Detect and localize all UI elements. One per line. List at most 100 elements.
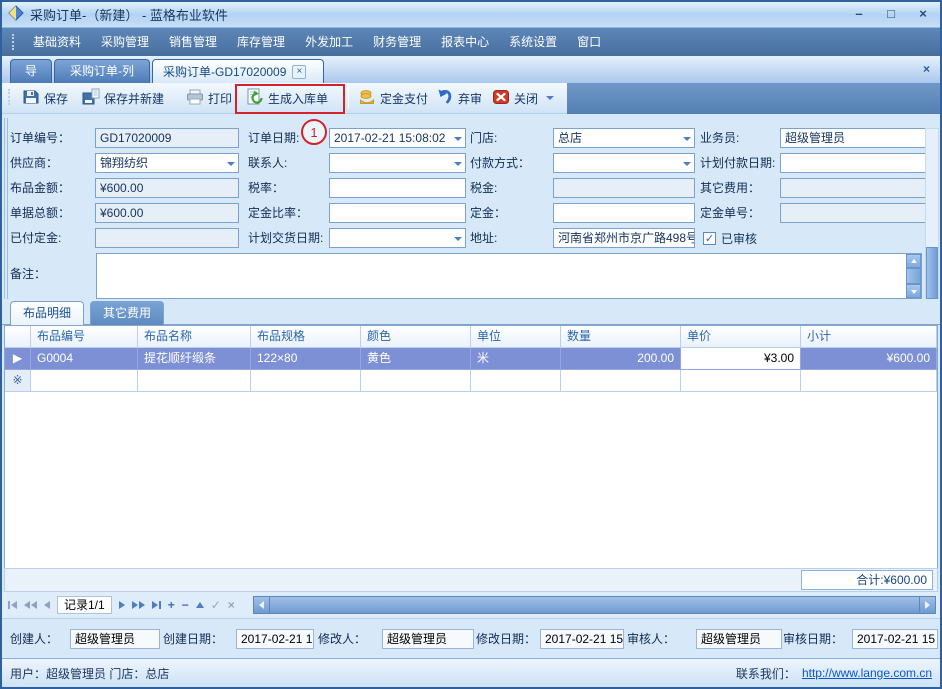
delete-record-icon[interactable]: − [182, 597, 189, 613]
first-record-icon[interactable] [8, 601, 17, 609]
post-edit-icon[interactable]: ✓ [211, 597, 221, 613]
next-record-icon[interactable] [119, 601, 125, 609]
maximize-button[interactable]: □ [882, 6, 900, 22]
audit-date-field: 2017-02-21 15 [852, 629, 938, 649]
tax-rate-input[interactable] [329, 178, 466, 198]
dropdown-arrow-icon[interactable] [454, 237, 462, 241]
menu-finance[interactable]: 财务管理 [363, 28, 431, 56]
cancel-edit-icon[interactable]: × [228, 597, 235, 613]
dropdown-arrow-icon[interactable] [454, 162, 462, 166]
cell-fabric-spec[interactable]: 122×80 [251, 348, 361, 370]
tab-order-current[interactable]: 采购订单-GD17020009 × [152, 59, 324, 83]
plan-delivery-label: 计划交货日期: [248, 228, 323, 248]
form-panel-scrollbar[interactable] [925, 128, 939, 300]
scroll-left-icon[interactable] [254, 597, 270, 613]
dropdown-arrow-icon[interactable] [683, 162, 691, 166]
prev-record-icon[interactable] [44, 601, 50, 609]
remark-textarea[interactable] [96, 253, 922, 299]
grid-row-selected[interactable]: ▶ G0004 提花顺纡缎条 122×80 黄色 米 200.00 ¥3.00 … [5, 348, 937, 370]
new-cell[interactable] [801, 370, 937, 392]
cell-fabric-name[interactable]: 提花顺纡缎条 [138, 348, 251, 370]
form-panel-scrollbar-thumb[interactable] [926, 247, 938, 299]
tab-close-icon[interactable]: × [292, 65, 306, 79]
menu-window[interactable]: 窗口 [567, 28, 611, 56]
remark-scrollbar[interactable] [906, 254, 921, 298]
tax-rate-label: 税率： [248, 178, 284, 198]
website-link[interactable]: http://www.lange.com.cn [802, 666, 932, 680]
new-cell[interactable] [361, 370, 471, 392]
tab-fabric-detail[interactable]: 布品明细 [10, 301, 84, 325]
plan-delivery-combo[interactable] [329, 228, 466, 248]
unaudit-button[interactable]: 弃审 [432, 85, 486, 111]
grid-horizontal-scrollbar[interactable] [253, 596, 936, 614]
col-header-fabric-no[interactable]: 布品编号 [31, 326, 138, 348]
col-header-fabric-spec[interactable]: 布品规格 [251, 326, 361, 348]
cell-color[interactable]: 黄色 [361, 348, 471, 370]
cell-price-editing[interactable]: ¥3.00 [681, 348, 801, 370]
audited-checkbox[interactable]: ✓ 已审核 [703, 228, 757, 248]
menu-sales[interactable]: 销售管理 [159, 28, 227, 56]
edit-record-icon[interactable] [196, 602, 204, 608]
strip-close-icon[interactable]: × [923, 62, 930, 76]
new-cell[interactable] [31, 370, 138, 392]
col-header-color[interactable]: 颜色 [361, 326, 471, 348]
cell-subtotal[interactable]: ¥600.00 [801, 348, 937, 370]
col-header-subtotal[interactable]: 小计 [801, 326, 937, 348]
status-user-store: 用户：超级管理员 门店：总店 [10, 665, 169, 682]
scroll-right-icon[interactable] [919, 597, 935, 613]
contact-us-label: 联系我们： [736, 665, 796, 682]
col-header-price[interactable]: 单价 [681, 326, 801, 348]
tab-navigation[interactable]: 导航 [10, 59, 52, 83]
close-window-button[interactable]: × [914, 6, 932, 22]
fast-forward-icon[interactable] [132, 601, 145, 609]
new-cell[interactable] [251, 370, 361, 392]
supplier-combo[interactable]: 锦翔纺织 [95, 153, 239, 173]
grid-new-row[interactable]: ※ [5, 370, 937, 392]
address-input[interactable]: 河南省郑州市京广路498号 [553, 228, 695, 248]
fast-rewind-icon[interactable] [24, 601, 37, 609]
tab-order-list[interactable]: 采购订单-列表 [54, 59, 150, 83]
checkbox-check-icon[interactable]: ✓ [703, 232, 716, 245]
menu-basic-data[interactable]: 基础资料 [23, 28, 91, 56]
col-header-unit[interactable]: 单位 [471, 326, 561, 348]
cell-qty[interactable]: 200.00 [561, 348, 681, 370]
payment-combo[interactable] [553, 153, 695, 173]
minimize-button[interactable]: – [850, 6, 868, 22]
menu-purchase[interactable]: 采购管理 [91, 28, 159, 56]
save-button[interactable]: 保存 [18, 85, 72, 111]
close-doc-button[interactable]: 关闭 [488, 85, 558, 111]
add-record-icon[interactable]: + [168, 597, 175, 613]
deposit-pay-button[interactable]: 定金支付 [354, 85, 432, 111]
scroll-down-icon[interactable] [906, 284, 921, 298]
col-header-qty[interactable]: 数量 [561, 326, 681, 348]
cell-fabric-no[interactable]: G0004 [31, 348, 138, 370]
salesman-combo[interactable]: 超级管理员 [780, 128, 938, 148]
col-header-fabric-name[interactable]: 布品名称 [138, 326, 251, 348]
new-cell[interactable] [138, 370, 251, 392]
menu-reports[interactable]: 报表中心 [431, 28, 499, 56]
scrollbar-thumb[interactable] [906, 268, 921, 284]
scroll-up-icon[interactable] [906, 254, 921, 268]
save-and-new-button[interactable]: 保存并新建 [78, 85, 168, 111]
tab-other-fees[interactable]: 其它费用 [90, 301, 164, 325]
menu-settings[interactable]: 系统设置 [499, 28, 567, 56]
print-button[interactable]: 打印 [182, 85, 236, 111]
order-date-combo[interactable]: 2017-02-21 15:08:02 [329, 128, 466, 148]
undo-icon [436, 88, 454, 109]
deposit-rate-input[interactable] [329, 203, 466, 223]
menu-inventory[interactable]: 库存管理 [227, 28, 295, 56]
dropdown-arrow-icon[interactable] [683, 137, 691, 141]
plan-pay-date-combo[interactable] [780, 153, 938, 173]
dropdown-arrow-icon[interactable] [227, 162, 235, 166]
new-cell[interactable] [471, 370, 561, 392]
new-cell[interactable] [561, 370, 681, 392]
last-record-icon[interactable] [152, 601, 161, 609]
cell-unit[interactable]: 米 [471, 348, 561, 370]
dropdown-arrow-icon[interactable] [454, 137, 462, 141]
deposit-input[interactable] [553, 203, 695, 223]
menu-outsourcing[interactable]: 外发加工 [295, 28, 363, 56]
contact-combo[interactable] [329, 153, 466, 173]
store-combo[interactable]: 总店 [553, 128, 695, 148]
new-cell[interactable] [681, 370, 801, 392]
close-dropdown-caret-icon[interactable] [546, 96, 554, 100]
